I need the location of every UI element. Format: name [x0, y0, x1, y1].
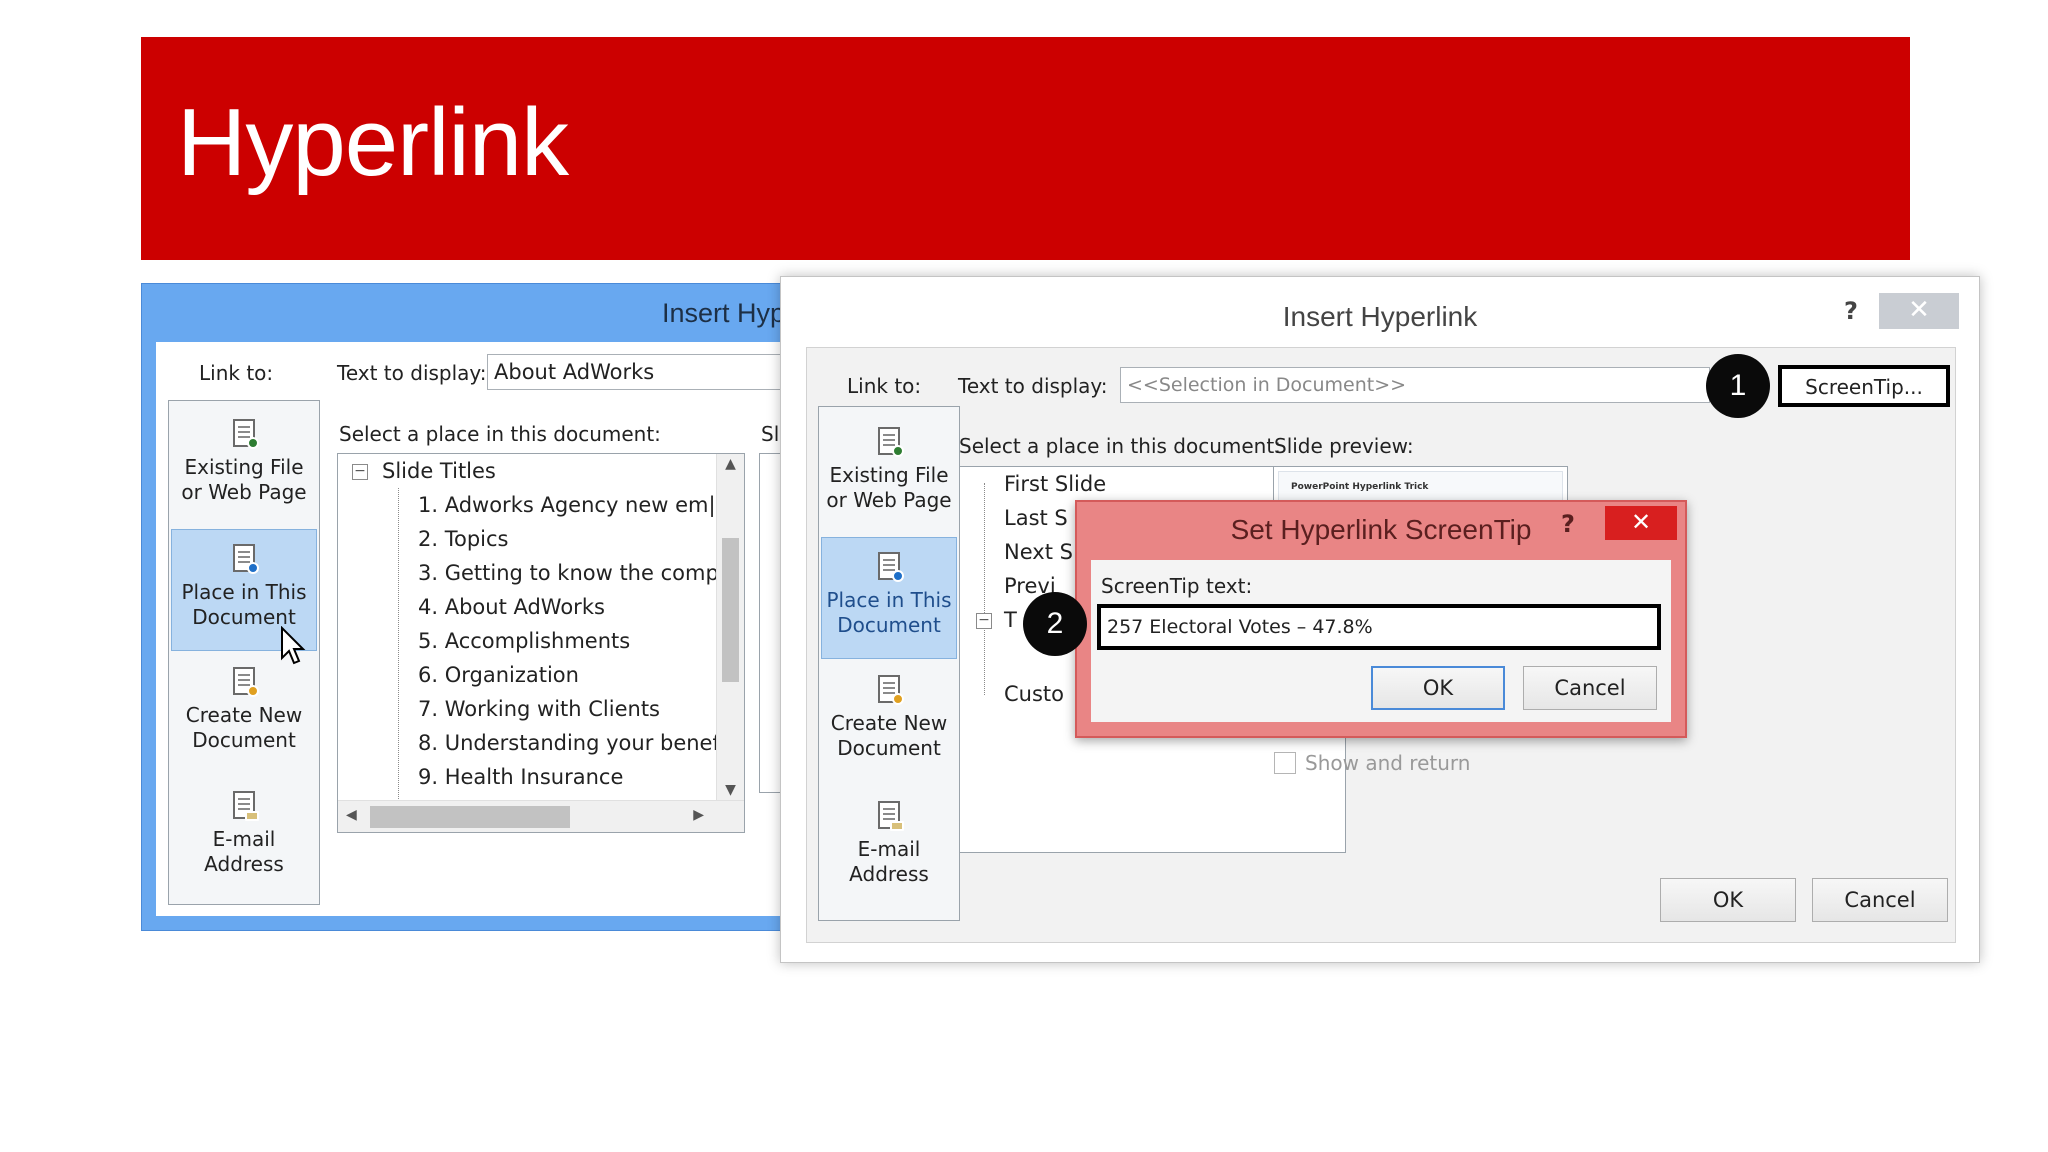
scroll-right-icon[interactable]: ▶	[693, 807, 704, 823]
tree-item[interactable]: 6. Organization	[338, 658, 744, 692]
step-marker-2: 2	[1023, 592, 1087, 656]
screentip-text-label: ScreenTip text:	[1101, 574, 1253, 598]
show-and-return-label: Show and return	[1305, 751, 1471, 775]
email-icon	[231, 791, 259, 821]
select-place-label: Select a place in this document:	[959, 434, 1281, 458]
screentip-text-input[interactable]: 257 Electoral Votes – 47.8%	[1097, 604, 1661, 650]
cancel-button[interactable]: Cancel	[1812, 878, 1948, 922]
place-in-document-icon	[231, 544, 259, 574]
web-page-icon	[876, 427, 904, 457]
help-button[interactable]: ?	[1561, 510, 1575, 538]
link-to-label: Link to:	[847, 374, 922, 398]
link-existing-file-or-web-page[interactable]: Existing File or Web Page	[171, 405, 317, 527]
title-banner: Hyperlink	[141, 37, 1910, 260]
horizontal-scrollbar[interactable]: ◀ ▶	[338, 800, 744, 832]
scroll-down-icon[interactable]: ▼	[717, 782, 744, 798]
link-email-address[interactable]: E-mail Address	[171, 777, 317, 899]
tree-item[interactable]: 7. Working with Clients	[338, 692, 744, 726]
tree-item[interactable]: 3. Getting to know the comp	[338, 556, 744, 590]
tree-node-slide-titles[interactable]: − Slide Titles	[338, 454, 744, 488]
link-to-label: Link to:	[199, 361, 274, 385]
tree-item[interactable]: 2. Topics	[338, 522, 744, 556]
dialog-title: Insert Hyperlink	[1282, 301, 1478, 332]
screentip-button[interactable]: ScreenTip...	[1778, 365, 1950, 407]
collapse-icon[interactable]: −	[352, 464, 368, 480]
tree-item[interactable]: 5. Accomplishments	[338, 624, 744, 658]
link-create-new-document[interactable]: Create New Document	[821, 661, 957, 783]
tree-item[interactable]: 1. Adworks Agency new em|	[338, 488, 744, 522]
dialog-title: Insert Hyp	[662, 298, 786, 328]
preview-caption: PowerPoint Hyperlink Trick	[1291, 482, 1429, 492]
tree-item[interactable]: 9. Health Insurance	[338, 760, 744, 794]
vertical-scrollbar[interactable]: ▲ ▼	[716, 454, 744, 800]
scroll-up-icon[interactable]: ▲	[717, 456, 744, 472]
text-to-display-input[interactable]: About AdWorks	[487, 354, 817, 390]
place-in-document-icon	[876, 552, 904, 582]
link-to-bar: Existing File or Web Page Place in This …	[818, 406, 960, 921]
link-existing-file-or-web-page[interactable]: Existing File or Web Page	[821, 413, 957, 535]
web-page-icon	[231, 419, 259, 449]
text-to-display-label: Text to display:	[337, 361, 487, 385]
horizontal-scroll-thumb[interactable]	[370, 806, 570, 828]
email-icon	[876, 801, 904, 831]
collapse-icon[interactable]: −	[976, 613, 992, 629]
link-create-new-document[interactable]: Create New Document	[171, 653, 317, 775]
scroll-left-icon[interactable]: ◀	[346, 807, 357, 823]
tree-item[interactable]: 8. Understanding your benef	[338, 726, 744, 760]
screentip-cancel-button[interactable]: Cancel	[1523, 666, 1657, 710]
screentip-ok-button[interactable]: OK	[1371, 666, 1505, 710]
help-button[interactable]: ?	[1844, 297, 1858, 325]
close-button[interactable]: ✕	[1879, 293, 1959, 329]
show-and-return-checkbox[interactable]	[1274, 752, 1296, 774]
text-to-display-input[interactable]: <<Selection in Document>>	[1120, 367, 1710, 403]
link-place-in-this-document[interactable]: Place in This Document	[821, 537, 957, 659]
dialog-title: Set Hyperlink ScreenTip	[1230, 514, 1532, 545]
step-marker-1: 1	[1706, 354, 1770, 418]
slide-preview-label: Slide preview:	[1274, 434, 1414, 458]
text-to-display-label: Text to display:	[958, 374, 1108, 398]
new-document-icon	[876, 675, 904, 705]
link-email-address[interactable]: E-mail Address	[821, 787, 957, 909]
slide-title: Hyperlink	[177, 89, 569, 196]
document-places-tree: − Slide Titles 1. Adworks Agency new em|…	[337, 453, 745, 833]
close-button[interactable]: ✕	[1605, 506, 1677, 540]
dialog-body: Link to: Text to display: About AdWorks …	[156, 342, 817, 916]
ok-button[interactable]: OK	[1660, 878, 1796, 922]
vertical-scroll-thumb[interactable]	[722, 538, 739, 682]
set-hyperlink-screentip-dialog: Set Hyperlink ScreenTip ? ✕ ScreenTip te…	[1075, 500, 1687, 738]
new-document-icon	[231, 667, 259, 697]
mouse-cursor-icon	[281, 626, 306, 665]
tree-item[interactable]: 4. About AdWorks	[338, 590, 744, 624]
dialog-body: ScreenTip text: 257 Electoral Votes – 47…	[1091, 560, 1671, 722]
select-place-label: Select a place in this document:	[339, 422, 661, 446]
insert-hyperlink-dialog-back: Insert Hyp Link to: Text to display: Abo…	[141, 283, 817, 931]
